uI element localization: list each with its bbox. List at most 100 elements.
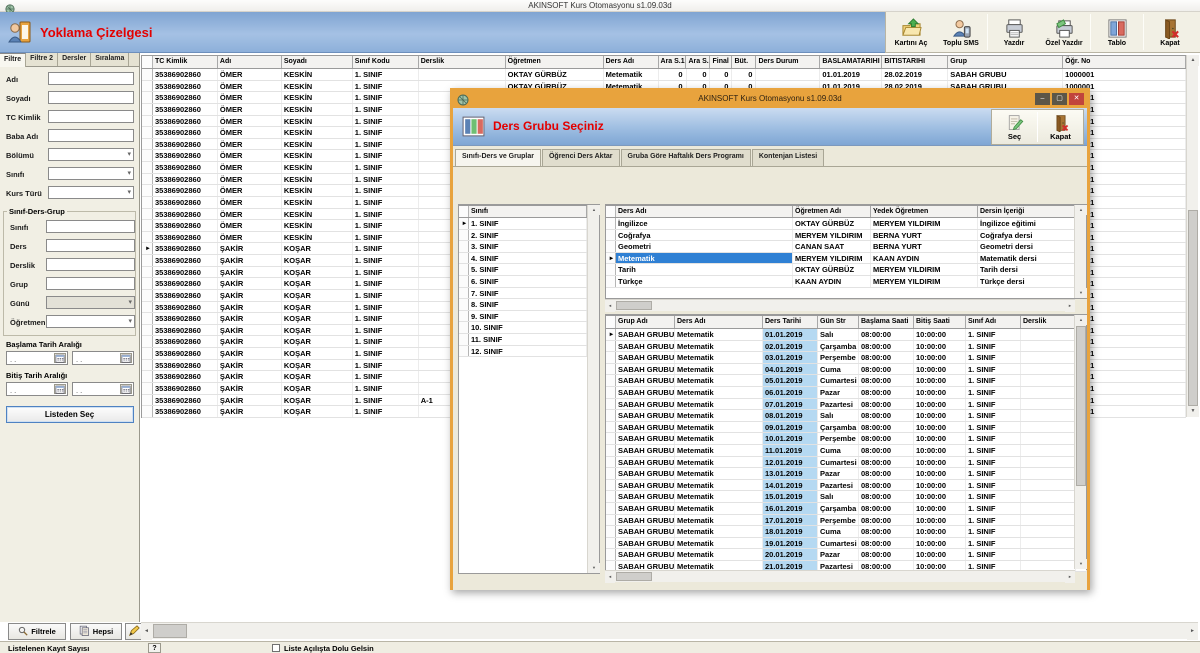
toolbar-button-sms[interactable]: Toplu SMS	[936, 12, 986, 52]
scroll-up-arrow[interactable]: ▲	[588, 205, 600, 215]
column-header[interactable]: Grup	[948, 56, 1063, 68]
column-header[interactable]: Grup Adı	[616, 316, 675, 328]
scroll-thumb[interactable]	[1076, 326, 1086, 486]
field-input-derslik[interactable]	[46, 258, 135, 271]
filter-tab-filtre[interactable]: Filtre	[0, 53, 26, 67]
column-header[interactable]: BASLAMATARIHI	[820, 56, 882, 68]
toolbar-button-table[interactable]: Tablo	[1092, 12, 1142, 52]
table-row[interactable]: ►SABAH GRUBUMetematik01.01.2019Salı08:00…	[606, 329, 1086, 341]
column-header[interactable]: Sınıf Adı	[966, 316, 1021, 328]
table-vertical-scrollbar[interactable]: ▲ ▼	[1186, 55, 1198, 417]
column-header[interactable]: Ders Adı	[675, 316, 763, 328]
date-input[interactable]: . .	[72, 351, 134, 365]
scroll-right-arrow[interactable]: ►	[1187, 623, 1198, 640]
table-row[interactable]: SABAH GRUBUMetematik16.01.2019Çarşamba08…	[606, 503, 1086, 515]
list-header-label[interactable]: Sınıfı	[469, 206, 587, 217]
list-item[interactable]: 11. SINIF	[459, 334, 599, 346]
scroll-down-arrow[interactable]: ▼	[1075, 288, 1087, 298]
edit-pencil-button[interactable]	[125, 623, 142, 640]
toolbar-button-printer-special[interactable]: Özel Yazdır	[1039, 12, 1089, 52]
sec-button[interactable]: Seç	[992, 110, 1037, 144]
date-input[interactable]: . .	[6, 351, 68, 365]
column-header[interactable]: TC Kimlik	[153, 56, 218, 68]
table-row[interactable]: SABAH GRUBUMetematik03.01.2019Perşembe08…	[606, 352, 1086, 364]
table-row[interactable]: SABAH GRUBUMetematik11.01.2019Cuma08:00:…	[606, 445, 1086, 457]
field-input-ders[interactable]	[46, 239, 135, 252]
table-horizontal-scrollbar[interactable]: ◄ ►	[141, 622, 1198, 639]
field-input-kurs-türü[interactable]	[48, 186, 134, 199]
scroll-thumb[interactable]	[1188, 210, 1198, 406]
grup-vertical-scrollbar[interactable]: ▲▼	[1074, 315, 1086, 569]
ders-vertical-scrollbar[interactable]: ▲▼	[1074, 205, 1086, 298]
table-row[interactable]: SABAH GRUBUMetematik07.01.2019Pazartesi0…	[606, 399, 1086, 411]
ders-table-horizontal-scrollbar[interactable]: ◄ ►	[605, 299, 1075, 311]
column-header[interactable]: Yedek Öğretmen	[871, 206, 978, 217]
list-item[interactable]: ►1. SINIF	[459, 218, 599, 230]
column-header[interactable]: Final	[710, 56, 732, 68]
table-row[interactable]: SABAH GRUBUMetematik15.01.2019Salı08:00:…	[606, 491, 1086, 503]
column-header[interactable]: Ara S.2	[686, 56, 710, 68]
column-header[interactable]: Dersin İçeriği	[978, 206, 1076, 217]
table-row[interactable]: SABAH GRUBUMetematik04.01.2019Cuma08:00:…	[606, 364, 1086, 376]
table-row[interactable]: TarihOKTAY GÜRBÜZMERYEM YILDIRIMTarih de…	[606, 264, 1086, 276]
dialog-tab-1[interactable]: Öğrenci Ders Aktar	[542, 149, 620, 166]
calendar-icon[interactable]	[54, 353, 66, 363]
column-header[interactable]: Öğr. No	[1063, 56, 1186, 68]
field-input-sınıfı[interactable]	[48, 167, 134, 180]
minimize-icon[interactable]: –	[1035, 93, 1050, 105]
dialog-tab-2[interactable]: Gruba Göre Haftalık Ders Programı	[621, 149, 751, 166]
table-row[interactable]: CoğrafyaMERYEM YILDIRIMBERNA YURTCoğrafy…	[606, 230, 1086, 242]
field-input-öğretmen[interactable]	[46, 315, 135, 328]
date-input[interactable]: . .	[72, 382, 134, 396]
dialog-kapat-button[interactable]: Kapat	[1038, 110, 1083, 144]
toolbar-button-door-close[interactable]: Kapat	[1145, 12, 1195, 52]
filtrele-button[interactable]: Filtrele	[8, 623, 66, 640]
scroll-down-arrow[interactable]: ▼	[1187, 406, 1199, 417]
listeden-sec-button[interactable]: Listeden Seç	[6, 406, 134, 423]
field-input-adı[interactable]	[48, 72, 134, 85]
column-header[interactable]: Ders Adı	[604, 56, 659, 68]
calendar-icon[interactable]	[54, 384, 66, 394]
close-icon[interactable]: ✕	[1069, 93, 1084, 105]
table-row[interactable]: İngilizceOKTAY GÜRBÜZMERYEM YILDIRIMİngi…	[606, 218, 1086, 230]
scroll-left-arrow[interactable]: ◄	[141, 623, 152, 640]
list-item[interactable]: 6. SINIF	[459, 276, 599, 288]
dialog-tab-0[interactable]: Sınıfı-Ders ve Gruplar	[455, 149, 541, 166]
table-row[interactable]: SABAH GRUBUMetematik18.01.2019Cuma08:00:…	[606, 526, 1086, 538]
toolbar-button-printer[interactable]: Yazdır	[989, 12, 1039, 52]
dialog-tab-3[interactable]: Kontenjan Listesi	[752, 149, 824, 166]
grup-table-horizontal-scrollbar[interactable]: ◄ ►	[605, 570, 1075, 582]
scroll-right-arrow[interactable]: ►	[1065, 300, 1075, 312]
table-row[interactable]: 35386902860ÖMERKESKİN1. SINIFOKTAY GÜRBÜ…	[142, 69, 1186, 81]
calendar-icon[interactable]	[120, 384, 132, 394]
scroll-left-arrow[interactable]: ◄	[605, 571, 615, 583]
list-item[interactable]: 12. SINIF	[459, 346, 599, 358]
table-row[interactable]: SABAH GRUBUMetematik10.01.2019Perşembe08…	[606, 433, 1086, 445]
column-header[interactable]: Sınıf Kodu	[353, 56, 419, 68]
column-header[interactable]: Gün Str	[818, 316, 859, 328]
table-row[interactable]: SABAH GRUBUMetematik08.01.2019Salı08:00:…	[606, 410, 1086, 422]
column-header[interactable]: Ders Tarihi	[763, 316, 818, 328]
column-header[interactable]: Büt.	[732, 56, 756, 68]
scroll-thumb[interactable]	[153, 624, 187, 638]
list-item[interactable]: 4. SINIF	[459, 253, 599, 265]
column-header[interactable]: Ders Adı	[616, 206, 793, 217]
list-vertical-scrollbar[interactable]: ▲▼	[587, 205, 599, 573]
scroll-thumb[interactable]	[616, 572, 652, 581]
filter-tab-dersler[interactable]: Dersler	[58, 53, 91, 66]
table-row[interactable]: SABAH GRUBUMetematik05.01.2019Cumartesi0…	[606, 375, 1086, 387]
toolbar-button-open-card[interactable]: Kartını Aç	[886, 12, 936, 52]
dialog-titlebar[interactable]: AKINSOFT Kurs Otomasyonu s1.09.03d – ▢ ✕	[453, 91, 1087, 108]
list-item[interactable]: 2. SINIF	[459, 230, 599, 242]
filter-tab-sıralama[interactable]: Sıralama	[91, 53, 129, 66]
list-item[interactable]: 10. SINIF	[459, 322, 599, 334]
column-header[interactable]: Öğretmen Adı	[793, 206, 871, 217]
field-input-günü[interactable]	[46, 296, 135, 309]
column-header[interactable]: Başlama Saati	[859, 316, 914, 328]
field-input-sınıfı[interactable]	[46, 220, 135, 233]
maximize-icon[interactable]: ▢	[1052, 93, 1067, 105]
table-row[interactable]: SABAH GRUBUMetematik12.01.2019Cumartesi0…	[606, 457, 1086, 469]
scroll-down-arrow[interactable]: ▼	[588, 563, 600, 573]
table-row[interactable]: SABAH GRUBUMetematik06.01.2019Pazar08:00…	[606, 387, 1086, 399]
date-input[interactable]: . .	[6, 382, 68, 396]
